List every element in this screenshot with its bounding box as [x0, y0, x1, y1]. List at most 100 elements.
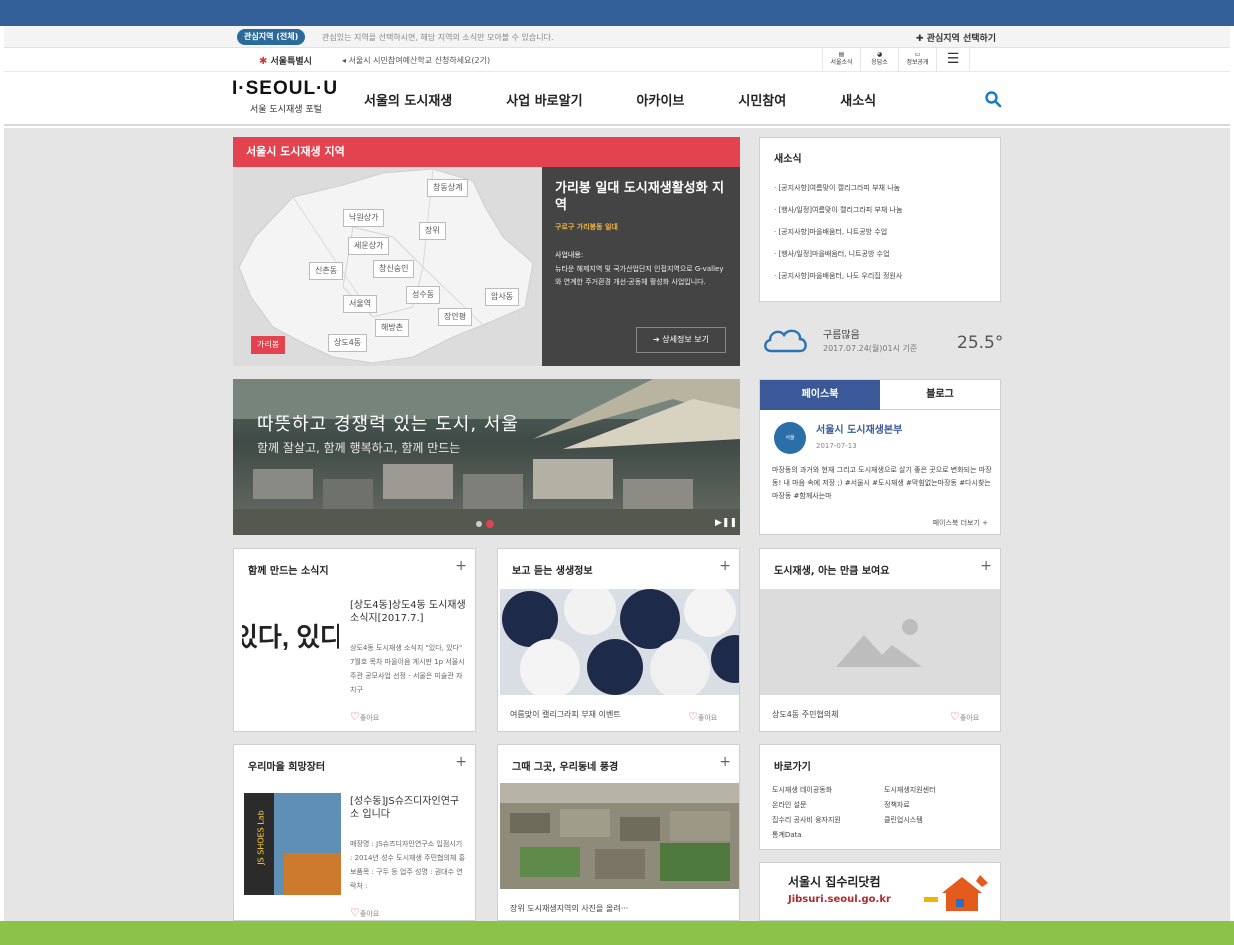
map-tag-sewoon[interactable]: 세운상가 — [348, 237, 390, 255]
map-tag-garibong[interactable]: 가리봉 — [251, 336, 286, 354]
card-old-scenes-title: 그때 그곳, 우리동네 풍경 — [512, 762, 619, 773]
map-tag-seongsu[interactable]: 성수동 — [406, 286, 441, 304]
gov-bar: ✱ 서울특별시 ◂ 서울시 시민참여예산학교 신청하세요(2기) ▤ 서울소식 ◕… — [4, 48, 1230, 72]
shortcut-link[interactable]: 도시재생 데이공동화 — [772, 785, 832, 795]
top-band — [0, 0, 1234, 26]
sns-more-link[interactable]: 페이스북 더보기 + — [933, 518, 988, 528]
seoul-city-link[interactable]: ✱ 서울특별시 — [259, 54, 312, 67]
eungdapso-button[interactable]: ◕ 응답소 — [860, 48, 898, 72]
sns-date: 2017-07-13 — [816, 442, 857, 450]
info-open-button[interactable]: ▭ 정보공개 — [898, 48, 936, 72]
card-know-more: 도시재생, 아는 만큼 보여요 + 상도4동 주민협의체 ♡좋아요 — [759, 548, 1001, 732]
region-title: 가리봉 일대 도시재생활성화 지역 — [555, 181, 725, 213]
like-label: 좋아요 — [359, 714, 380, 722]
nav-participation[interactable]: 시민참여 — [738, 90, 786, 109]
interest-region-pill[interactable]: 관심지역 (전체) — [237, 29, 306, 45]
banner-subline: 함께 잘살고, 함께 행복하고, 함께 만드는 — [257, 441, 461, 455]
seoul-news-label: 서울소식 — [830, 59, 853, 66]
seoul-city-label: 서울특별시 — [270, 57, 312, 67]
banner-dot-1[interactable] — [476, 521, 482, 527]
like-button[interactable]: ♡좋아요 — [950, 705, 979, 724]
shortcut-link[interactable]: 온라인 설문 — [772, 800, 806, 810]
region-detail-button[interactable]: ➔ 상세정보 보기 — [636, 327, 726, 353]
fans-photo[interactable] — [500, 589, 739, 695]
map-tag-changdong[interactable]: 창동상계 — [427, 179, 469, 197]
map-tag-sangdo[interactable]: 상도4동 — [328, 334, 368, 352]
shortcut-link[interactable]: 클린업시스템 — [884, 815, 923, 825]
plus-icon[interactable]: + — [719, 558, 731, 574]
main-banner[interactable]: 따뜻하고 경쟁력 있는 도시, 서울 함께 잘살고, 함께 행복하고, 함께 만… — [233, 379, 740, 535]
interest-region-desc: 관심있는 지역을 선택하시면, 해당 지역의 소식만 모아볼 수 있습니다. — [322, 33, 554, 42]
map-tag-jangwi[interactable]: 장위 — [419, 222, 446, 240]
weather-widget: 구름많음 2017.07.24(월)01시 기준 25.5° — [759, 315, 1003, 365]
region-info-panel: 가리봉 일대 도시재생활성화 지역 구로구 가리봉동 일대 사업내용: 뉴타운 … — [542, 167, 740, 366]
newsletter-thumbnail[interactable]: 있다, 있다 — [242, 597, 339, 677]
nav-urban-regeneration[interactable]: 서울의 도시재생 — [364, 90, 452, 109]
chat-icon: ◕ — [876, 51, 883, 58]
plus-icon[interactable]: + — [455, 754, 467, 770]
shortcut-link[interactable]: 도시재생지원센터 — [884, 785, 936, 795]
news-icon: ▤ — [838, 51, 845, 58]
live-info-caption[interactable]: 여름맞이 캘리그라피 부채 이벤트 — [510, 709, 621, 720]
seoul-news-button[interactable]: ▤ 서울소식 — [822, 48, 860, 72]
banner-headline: 따뜻하고 경쟁력 있는 도시, 서울 — [257, 414, 519, 435]
map-tag-jangan[interactable]: 장안평 — [438, 308, 473, 326]
site-logo[interactable]: I·SEOUL·U 서울 도시재생 포털 — [232, 78, 338, 115]
old-scenes-caption[interactable]: 장위 도시재생지역의 사진을 올려··· — [510, 903, 628, 914]
region-map[interactable]: 창동상계 낙원상가 장위 세운상가 신촌동 창신숭인 성수동 암사동 서울역 장… — [233, 167, 542, 366]
market-item-title[interactable]: [성수동]JS슈즈디자인연구소 입니다 — [350, 795, 466, 821]
map-tag-haebangchon[interactable]: 해방촌 — [375, 319, 410, 337]
shortcut-link[interactable]: 정책자료 — [884, 800, 910, 810]
map-tag-amsa[interactable]: 암사동 — [485, 288, 520, 306]
news-item[interactable]: · [행사/일정]여름맞이 캘리그라피 부채 나눔 — [774, 199, 986, 221]
search-icon[interactable] — [984, 90, 1002, 108]
map-tag-nakwon[interactable]: 낙원상가 — [343, 209, 385, 227]
plus-icon[interactable]: + — [719, 754, 731, 770]
play-pause-icon[interactable]: ▶❚❚ — [715, 518, 737, 528]
card-market-title: 우리마을 희망장터 — [248, 762, 326, 773]
plus-icon[interactable]: + — [455, 558, 467, 574]
heart-icon: ♡ — [350, 906, 360, 919]
card-newsletter: 함께 만드는 소식지 + 있다, 있다 [상도4동]상도4동 도시재생소식지[2… — [233, 548, 476, 732]
banner-dot-2[interactable] — [486, 520, 494, 528]
shop-photo[interactable]: JS SHOES Lab — [244, 793, 341, 895]
sns-account[interactable]: 서울시 도시재생본부 — [816, 421, 902, 436]
news-item[interactable]: · [공지사항]여름맞이 캘리그라피 부채 나눔 — [774, 177, 986, 199]
nav-projects[interactable]: 사업 바로알기 — [506, 90, 582, 109]
info-open-label: 정보공개 — [906, 59, 929, 66]
plus-icon[interactable]: + — [980, 558, 992, 574]
cloud-icon — [764, 329, 807, 353]
newsletter-item-title[interactable]: [상도4동]상도4동 도시재생소식지[2017.7.] — [350, 599, 466, 625]
gov-notice-text: 서울시 시민참여예산학교 신청하세요(2기) — [348, 56, 491, 65]
news-item-text: [행사/일정]마을배움터, 니트공방 수업 — [778, 250, 890, 258]
card-shortcuts: 바로가기 도시재생 데이공동화 도시재생지원센터 온라인 설문 정책자료 집수리… — [759, 744, 1001, 850]
seoul-logo-icon: ✱ — [259, 56, 268, 67]
news-item[interactable]: · [공지사항]마을배움터, 나도 우리집 정원사 — [774, 265, 986, 287]
map-tag-sinchon[interactable]: 신촌동 — [309, 262, 344, 280]
jibsuri-banner[interactable]: 서울시 집수리닷컴 Jibsuri.seoul.go.kr — [759, 862, 1001, 921]
map-tag-seoulstation[interactable]: 서울역 — [343, 295, 378, 313]
like-button[interactable]: ♡좋아요 — [350, 705, 379, 724]
gov-notice[interactable]: ◂ 서울시 시민참여예산학교 신청하세요(2기) — [342, 55, 490, 66]
news-box: 새소식 · [공지사항]여름맞이 캘리그라피 부채 나눔 · [행사/일정]여름… — [759, 137, 1001, 302]
tab-blog[interactable]: 블로그 — [880, 380, 1000, 410]
shortcut-link[interactable]: 통계Data — [772, 830, 802, 840]
news-item[interactable]: · [행사/일정]마을배움터, 니트공방 수업 — [774, 243, 986, 265]
document-icon: ▭ — [914, 51, 921, 58]
eungdapso-label: 응답소 — [871, 59, 888, 66]
know-more-caption[interactable]: 상도4동 주민협의체 — [772, 709, 839, 720]
menu-list-button[interactable]: ☰ — [936, 48, 970, 72]
like-button[interactable]: ♡좋아요 — [350, 901, 379, 920]
like-button[interactable]: ♡좋아요 — [688, 705, 717, 724]
nav-archive[interactable]: 아카이브 — [637, 90, 685, 109]
shortcut-link[interactable]: 집수리 공사비 융자지원 — [772, 815, 841, 825]
nav-news[interactable]: 새소식 — [840, 90, 876, 109]
image-placeholder[interactable] — [760, 589, 1000, 695]
jibsuri-title: 서울시 집수리닷컴 — [788, 875, 881, 889]
like-label: 좋아요 — [959, 714, 980, 722]
interest-region-select-link[interactable]: ✚ 관심지역 선택하기 — [916, 31, 996, 44]
news-item[interactable]: · [공지사항]마을배움터, 니트공방 수업 — [774, 221, 986, 243]
tab-facebook[interactable]: 페이스북 — [760, 380, 880, 410]
map-tag-changsin[interactable]: 창신숭인 — [373, 260, 415, 278]
village-photo[interactable] — [500, 783, 739, 889]
